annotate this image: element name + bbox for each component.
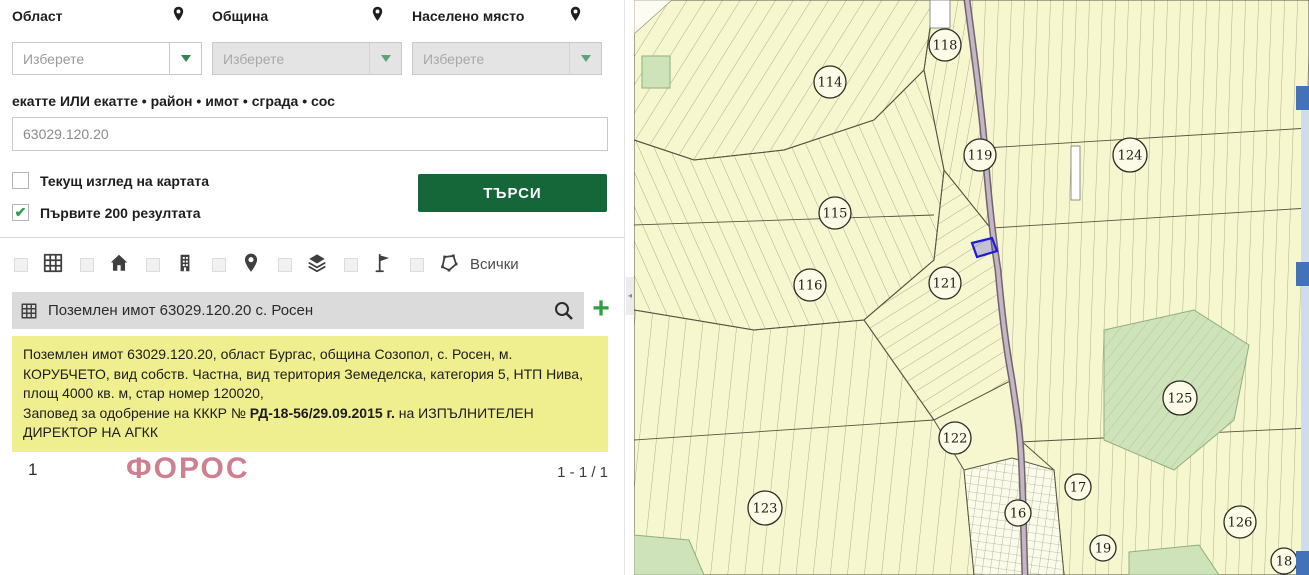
map-white-block: [930, 0, 950, 28]
toolbar-all-link[interactable]: Всички: [470, 256, 519, 273]
first-200-results-checkbox[interactable]: ✔: [12, 204, 29, 221]
svg-text:114: 114: [818, 76, 843, 91]
search-sidebar: Област Община Населено място Изберете Из…: [0, 0, 625, 575]
region-select[interactable]: Изберете: [12, 42, 202, 75]
municipality-select-value: Изберете: [213, 51, 369, 67]
ekatte-search-input[interactable]: [12, 117, 608, 151]
toolbar-checkbox-points[interactable]: [212, 258, 226, 272]
page-number: 1: [28, 460, 37, 480]
municipality-filter-label: Община: [212, 8, 268, 24]
grid-icon: [20, 302, 38, 320]
cadastral-map[interactable]: 114 118 119 124 115 116 121 122 123 125 126 17 16 19 1…: [634, 0, 1309, 575]
toolbar-checkbox-zones[interactable]: [410, 258, 424, 272]
svg-text:17: 17: [1070, 481, 1087, 496]
current-map-view-label: Текущ изглед на картата: [40, 173, 209, 189]
map-white-strip: [1071, 146, 1080, 200]
svg-text:122: 122: [943, 432, 968, 447]
map-scrollbar-track[interactable]: [1301, 86, 1309, 575]
search-icon[interactable]: [552, 299, 576, 323]
svg-text:121: 121: [933, 277, 958, 292]
result-detail-text: Поземлен имот 63029.120.20, област Бурга…: [23, 345, 597, 404]
svg-text:118: 118: [933, 39, 958, 54]
toolbar-checkbox-markers[interactable]: [344, 258, 358, 272]
svg-text:119: 119: [968, 149, 993, 164]
svg-text:18: 18: [1276, 555, 1293, 570]
svg-text:19: 19: [1095, 542, 1112, 557]
polygon-icon[interactable]: [438, 252, 460, 274]
svg-text:116: 116: [798, 279, 823, 294]
result-row[interactable]: Поземлен имот 63029.120.20 с. Росен: [12, 292, 584, 329]
panel-gutter: ◂: [626, 0, 634, 575]
region-filter-label: Област: [12, 8, 63, 24]
result-title: Поземлен имот 63029.120.20 с. Росен: [48, 302, 552, 319]
flag-icon[interactable]: [372, 252, 394, 274]
sidebar-collapse-button[interactable]: ◂: [626, 277, 634, 315]
toolbar-checkbox-structures[interactable]: [146, 258, 160, 272]
house-icon[interactable]: [108, 252, 130, 274]
result-order-text: Заповед за одобрение на КККР № РД-18-56/…: [23, 404, 597, 443]
map-pan-up-button[interactable]: [1296, 86, 1309, 110]
map-pan-down-button[interactable]: [1296, 551, 1309, 575]
search-button[interactable]: ТЪРСИ: [418, 174, 607, 212]
location-pin-icon: [170, 4, 187, 24]
svg-text:115: 115: [823, 207, 848, 222]
toolbar-checkbox-buildings[interactable]: [80, 258, 94, 272]
kais-cadastre-app: Област Община Населено място Изберете Из…: [0, 0, 1309, 575]
first-200-results-label: Първите 200 резултата: [40, 205, 201, 221]
toolbar-checkbox-layers[interactable]: [278, 258, 292, 272]
layers-icon[interactable]: [306, 252, 328, 274]
order-prefix: Заповед за одобрение на КККР №: [23, 405, 250, 421]
municipality-select[interactable]: Изберете: [212, 42, 402, 75]
chevron-down-icon: [369, 43, 401, 74]
settlement-select[interactable]: Изберете: [412, 42, 602, 75]
grid-icon[interactable]: [42, 252, 64, 274]
svg-text:124: 124: [1118, 149, 1143, 164]
chevron-down-icon: [169, 43, 201, 74]
location-pin-icon: [369, 4, 386, 24]
svg-text:126: 126: [1228, 516, 1253, 531]
settlement-select-value: Изберете: [413, 51, 569, 67]
current-map-view-checkbox[interactable]: [12, 172, 29, 189]
chevron-down-icon: [569, 43, 601, 74]
svg-text:16: 16: [1010, 507, 1027, 522]
location-pin-icon: [567, 4, 584, 24]
pagination-range: 1 - 1 / 1: [520, 464, 608, 481]
map-panel: 114 118 119 124 115 116 121 122 123 125 126 17 16 19 1…: [634, 0, 1309, 575]
region-select-value: Изберете: [13, 51, 169, 67]
divider: [0, 237, 625, 238]
order-number: РД-18-56/29.09.2015 г.: [250, 405, 395, 421]
pin-icon[interactable]: [240, 252, 262, 274]
settlement-filter-label: Населено място: [412, 8, 524, 24]
map-scrollbar-thumb[interactable]: [1296, 262, 1309, 286]
add-result-button[interactable]: +: [588, 292, 614, 329]
result-detail-box: Поземлен имот 63029.120.20, област Бурга…: [12, 336, 608, 452]
building-icon[interactable]: [174, 252, 196, 274]
check-icon: ✔: [15, 204, 27, 220]
toolbar-checkbox-parcels[interactable]: [14, 258, 28, 272]
svg-text:125: 125: [1168, 392, 1193, 407]
foros-watermark: ФОРОС: [126, 452, 250, 486]
svg-text:123: 123: [753, 502, 778, 517]
ekatte-search-label: екатте ИЛИ екатте • район • имот • сград…: [12, 93, 335, 109]
